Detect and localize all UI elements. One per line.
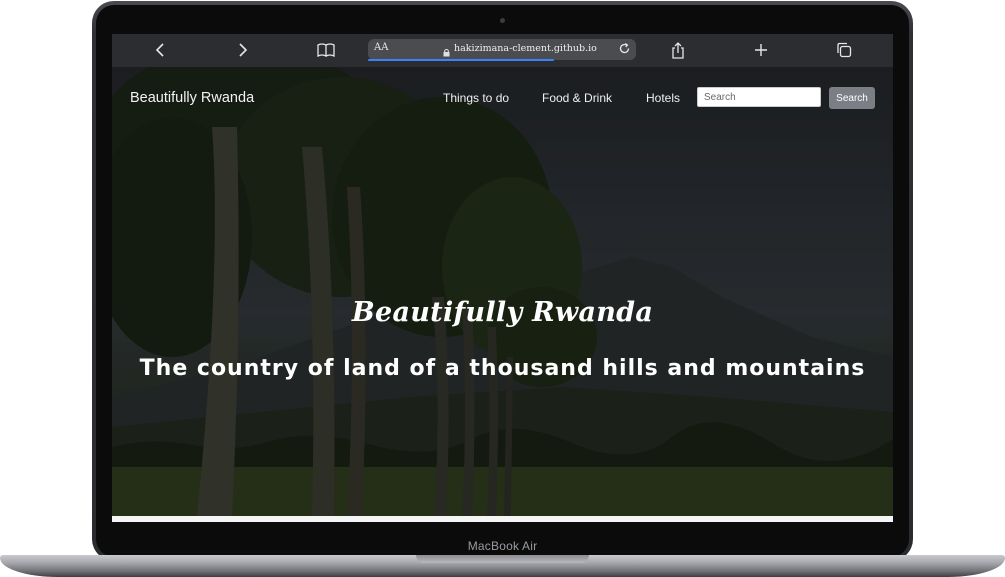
forward-icon[interactable]	[231, 39, 255, 61]
tabs-icon[interactable]	[832, 39, 856, 61]
back-icon[interactable]	[148, 39, 172, 61]
share-icon[interactable]	[666, 39, 690, 61]
reader-button[interactable]: AA	[374, 42, 388, 53]
search-input[interactable]	[697, 87, 821, 107]
page-load-progress	[368, 59, 554, 61]
new-tab-icon[interactable]	[749, 39, 773, 61]
reload-icon[interactable]	[618, 42, 631, 60]
device-label: MacBook Air	[467, 539, 538, 553]
address-bar[interactable]: AA hakizimana-clement.github.io	[368, 39, 636, 61]
hero-subtitle: The country of land of a thousand hills …	[139, 356, 866, 381]
hero-title: Beautifully Rwanda	[351, 297, 654, 328]
browser-toolbar: AA hakizimana-clement.github.io	[112, 34, 893, 67]
bookmarks-icon[interactable]	[314, 39, 338, 61]
site-brand[interactable]: Beautifully Rwanda	[130, 90, 254, 106]
nav-link-hotels[interactable]: Hotels	[646, 91, 680, 105]
search-button[interactable]: Search	[829, 87, 875, 109]
nav-link-food-drink[interactable]: Food & Drink	[542, 91, 612, 105]
nav-link-things-to-do[interactable]: Things to do	[443, 91, 509, 105]
hero-background-image	[112, 67, 893, 516]
hero-section: Beautifully Rwanda Things to do Food & D…	[112, 67, 893, 516]
page-bottom-strip	[112, 516, 893, 522]
screen: AA hakizimana-clement.github.io Beautifu…	[112, 34, 893, 522]
camera-icon	[500, 18, 505, 23]
url-text: hakizimana-clement.github.io	[454, 43, 597, 54]
lid-notch	[416, 555, 589, 563]
